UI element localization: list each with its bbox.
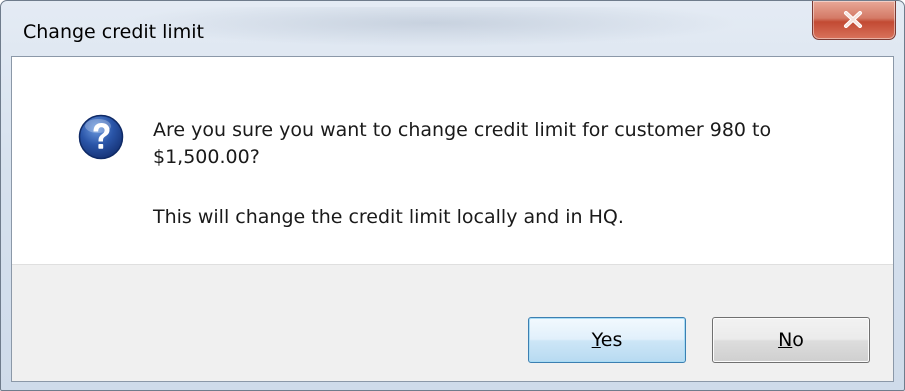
no-mnemonic: N [778,329,793,351]
question-icon [78,114,124,160]
title-bar-glass [121,7,741,47]
message-area: Are you sure you want to change credit l… [12,57,893,264]
close-button[interactable] [812,1,896,40]
close-icon [844,11,862,28]
button-bar: Yes No [12,264,893,381]
confirmation-amount: $1,500.00? [153,146,260,168]
dialog-content: Are you sure you want to change credit l… [11,56,894,382]
no-button[interactable]: No [712,317,870,363]
dialog-title: Change credit limit [23,21,204,43]
title-bar[interactable]: Change credit limit [1,1,904,55]
yes-label-rest: es [600,329,623,351]
yes-button[interactable]: Yes [528,317,686,363]
dialog-window: Change credit limit Are you sure you wan… [0,0,905,391]
detail-message: This will change the credit limit locall… [153,206,624,228]
confirmation-message: Are you sure you want to change credit l… [153,119,772,141]
yes-mnemonic: Y [591,329,601,351]
no-label-rest: o [792,329,804,351]
